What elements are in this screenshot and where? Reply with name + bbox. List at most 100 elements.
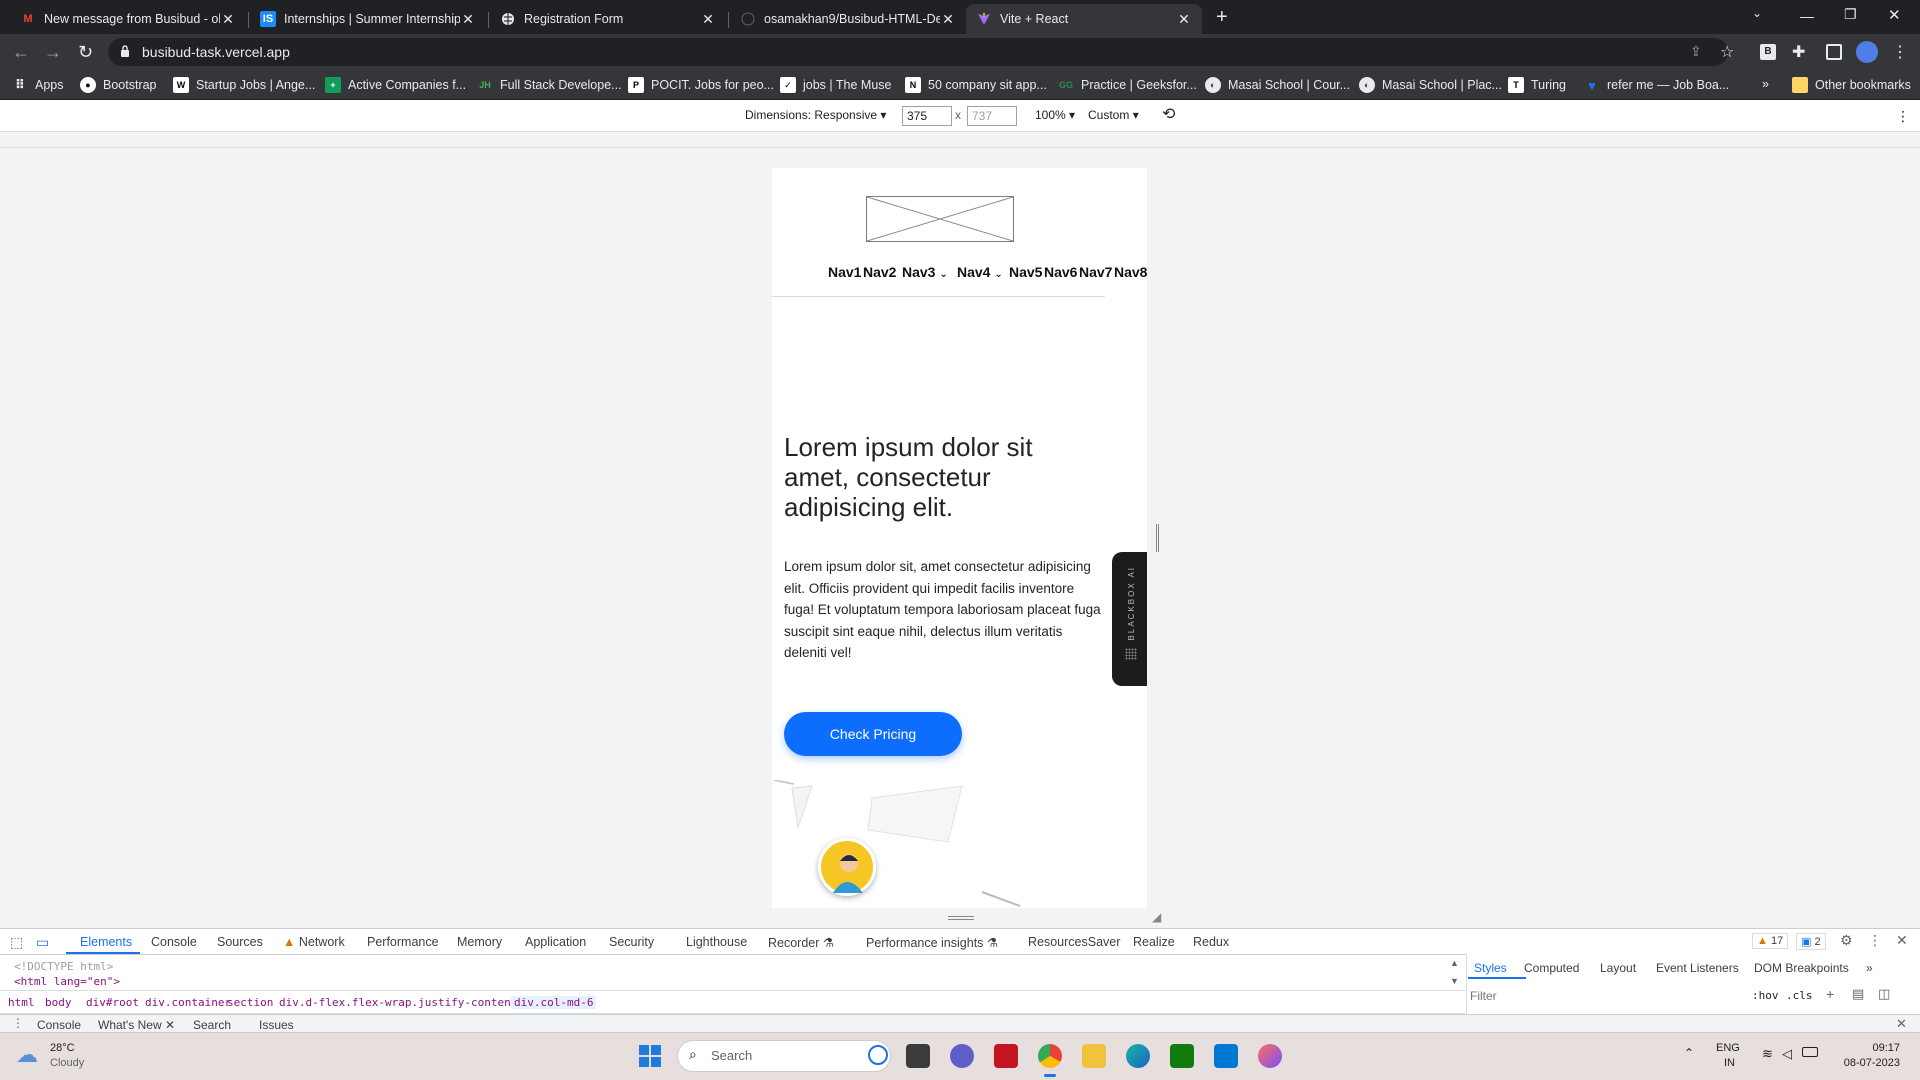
close-devtools-icon[interactable]: ✕ [1896, 932, 1908, 949]
tab-memory[interactable]: Memory [457, 935, 502, 949]
media-query-bar[interactable] [0, 132, 1920, 148]
more-tabs-icon[interactable]: » [1866, 961, 1873, 975]
cls-toggle[interactable]: .cls [1786, 989, 1813, 1002]
close-tab-icon[interactable]: ✕ [700, 11, 716, 28]
browser-tab-active[interactable]: Vite + React ✕ [966, 4, 1202, 34]
breadcrumb-item[interactable]: div.container [145, 996, 231, 1009]
url-text[interactable]: busibud-task.vercel.app [142, 44, 290, 60]
height-resize-handle[interactable] [948, 916, 974, 920]
throttle-dropdown[interactable]: Custom ▾ [1088, 108, 1139, 122]
bookmark-item[interactable]: JH Full Stack Develope... [477, 77, 621, 93]
vscode-icon[interactable] [1214, 1044, 1238, 1068]
close-icon[interactable]: ✕ [165, 1018, 175, 1032]
weather-temperature[interactable]: 28°C [50, 1042, 75, 1054]
app-gradient-icon[interactable] [1258, 1044, 1282, 1068]
close-window-icon[interactable]: ✕ [1888, 6, 1901, 24]
back-arrow-icon[interactable]: ← [12, 42, 30, 63]
drawer-menu-icon[interactable]: ⋮ [12, 1016, 24, 1030]
nav-item-4[interactable]: Nav4 ⌄ [957, 264, 1003, 280]
bookmark-item[interactable]: W Startup Jobs | Ange... [173, 77, 315, 93]
browser-tab[interactable]: M New message from Busibud - ok ✕ [10, 4, 246, 34]
dimensions-dropdown[interactable]: Dimensions: Responsive ▾ [745, 108, 886, 122]
height-input[interactable]: 737 [967, 106, 1017, 126]
new-tab-button[interactable]: + [1216, 6, 1228, 29]
tab-event-listeners[interactable]: Event Listeners [1656, 961, 1739, 975]
inspect-element-icon[interactable]: ⬚ [10, 934, 23, 951]
restore-icon[interactable]: ❐ [1844, 6, 1857, 23]
bookmark-apps[interactable]: ⠿ Apps [12, 77, 64, 93]
device-toolbar-menu-icon[interactable]: ⋮ [1896, 108, 1910, 125]
nav-item-2[interactable]: Nav2 [863, 264, 896, 280]
tab-dom-breakpoints[interactable]: DOM Breakpoints [1754, 961, 1849, 975]
bookmark-item[interactable]: ♥ refer me — Job Boa... [1584, 77, 1729, 93]
device-toggle-icon[interactable]: ▭ [36, 934, 49, 951]
tab-redux[interactable]: Redux [1193, 935, 1229, 949]
chrome-icon[interactable] [1038, 1044, 1062, 1068]
close-tab-icon[interactable]: ✕ [940, 11, 956, 28]
reload-icon[interactable]: ↻ [78, 42, 93, 63]
nav-item-6[interactable]: Nav6 [1044, 264, 1077, 280]
volume-icon[interactable]: ◁ [1782, 1046, 1792, 1062]
tab-console[interactable]: Console [151, 935, 197, 949]
warnings-badge[interactable]: ▲ 17 [1752, 933, 1789, 949]
width-resize-handle[interactable] [1156, 524, 1159, 552]
sidebar-toggle-icon[interactable]: ◫ [1878, 986, 1890, 1002]
bookmarks-overflow-button[interactable]: » [1762, 77, 1769, 91]
taskbar-search[interactable] [677, 1040, 891, 1072]
hov-toggle[interactable]: :hov [1752, 989, 1779, 1002]
weather-cloud-icon[interactable]: ☁ [16, 1042, 38, 1068]
html-element-line[interactable]: <html lang="en"> [14, 975, 120, 988]
minimize-icon[interactable]: — [1800, 8, 1814, 24]
paint-icon[interactable]: ▤ [1852, 986, 1864, 1002]
task-view-icon[interactable] [906, 1044, 930, 1068]
tab-recorder[interactable]: Recorder ⚗ [768, 935, 834, 950]
browser-tab[interactable]: Registration Form ✕ [490, 4, 726, 34]
windows-start-icon[interactable] [638, 1044, 662, 1068]
bookmark-item[interactable]: N 50 company sit app... [905, 77, 1047, 93]
drawer-tab-issues[interactable]: Issues [259, 1018, 294, 1032]
nav-item-7[interactable]: Nav7 [1079, 264, 1112, 280]
breadcrumb-item[interactable]: div#root [86, 996, 139, 1009]
messages-badge[interactable]: ▣ 2 [1796, 933, 1826, 950]
tab-realize[interactable]: Realize [1133, 935, 1175, 949]
breadcrumb-item[interactable]: html [8, 996, 35, 1009]
app-red-icon[interactable] [994, 1044, 1018, 1068]
nav-item-8[interactable]: Nav8 [1114, 264, 1147, 280]
doctype-line[interactable]: <!DOCTYPE html> [14, 960, 113, 973]
extension-b-icon[interactable]: B [1760, 44, 1776, 60]
styles-filter-input[interactable] [1470, 986, 1730, 1006]
corner-resize-icon[interactable]: ◢ [1152, 910, 1161, 924]
tab-application[interactable]: Application [525, 935, 586, 949]
bookmark-item[interactable]: ◐ Masai School | Cour... [1205, 77, 1350, 93]
avatar[interactable] [818, 838, 876, 896]
bookmark-item[interactable]: P POCIT. Jobs for peo... [628, 77, 774, 93]
bookmark-item[interactable]: GG Practice | Geeksfor... [1058, 77, 1197, 93]
profile-avatar[interactable] [1856, 41, 1878, 63]
add-rule-icon[interactable]: + [1826, 986, 1834, 1002]
drawer-tab-whats-new[interactable]: What's New ✕ [98, 1018, 175, 1032]
clock-time[interactable]: 09:17 [1854, 1042, 1900, 1054]
bookmark-star-icon[interactable]: ☆ [1720, 42, 1734, 62]
share-icon[interactable]: ⇪ [1690, 43, 1702, 60]
tab-lighthouse[interactable]: Lighthouse [686, 935, 747, 949]
extensions-puzzle-icon[interactable]: ✚ [1792, 42, 1805, 62]
tab-security[interactable]: Security [609, 935, 654, 949]
file-explorer-icon[interactable] [1082, 1044, 1106, 1068]
close-tab-icon[interactable]: ✕ [1176, 11, 1192, 28]
rotate-icon[interactable]: ⟲ [1162, 104, 1175, 124]
nav-item-1[interactable]: Nav1 [828, 264, 861, 280]
browser-tab[interactable]: osamakhan9/Busibud-HTML-Dev ✕ [730, 4, 966, 34]
breadcrumb-item[interactable]: section [227, 996, 273, 1009]
nav-item-3[interactable]: Nav3 ⌄ [902, 264, 948, 280]
browser-tab[interactable]: IS Internships | Summer Internship ✕ [250, 4, 486, 34]
forward-arrow-icon[interactable]: → [44, 42, 62, 63]
scroll-down-icon[interactable]: ▼ [1450, 976, 1459, 986]
bookmark-item[interactable]: ✓ jobs | The Muse [780, 77, 891, 93]
tab-computed[interactable]: Computed [1524, 961, 1579, 975]
tab-sources[interactable]: Sources [217, 935, 263, 949]
logo-placeholder[interactable] [866, 196, 1014, 242]
tab-elements[interactable]: Elements [80, 935, 132, 949]
nav-item-5[interactable]: Nav5 [1009, 264, 1042, 280]
tab-performance[interactable]: Performance [367, 935, 439, 949]
settings-gear-icon[interactable]: ⚙ [1840, 932, 1853, 949]
